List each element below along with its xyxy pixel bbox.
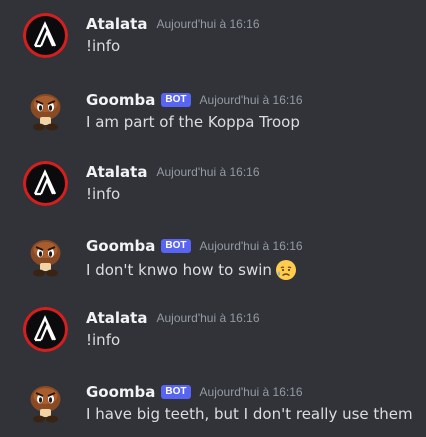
message-item: Goomba BOT Aujourd'hui à 16:16 I have bi… [0,381,426,437]
username[interactable]: Atalata [86,15,147,33]
message-header: Goomba BOT Aujourd'hui à 16:16 [86,381,303,403]
bot-tag: BOT [161,93,191,107]
message-text: I don't knwo how to swin [86,261,272,279]
username[interactable]: Goomba [86,383,155,401]
message-item: Goomba BOT Aujourd'hui à 16:16 I don't k… [0,235,426,295]
message-text: I have big teeth, but I don't really use… [86,405,413,423]
bot-avatar[interactable] [23,381,68,426]
user-avatar[interactable] [23,13,68,58]
bot-avatar[interactable] [23,89,68,134]
message-text: !info [86,185,121,203]
atalata-logo-icon [23,161,68,206]
atalata-logo-icon [23,13,68,58]
message-header: Atalata Aujourd'hui à 16:16 [86,161,260,183]
username[interactable]: Atalata [86,163,147,181]
username[interactable]: Atalata [86,309,147,327]
message-header: Goomba BOT Aujourd'hui à 16:16 [86,235,303,257]
message-text: I am part of the Koppa Troop [86,113,300,131]
message-header: Atalata Aujourd'hui à 16:16 [86,13,260,35]
message-content: I have big teeth, but I don't really use… [86,405,413,423]
message-content: !info [86,37,120,55]
message-content: I am part of the Koppa Troop [86,113,300,131]
message-header: Atalata Aujourd'hui à 16:16 [86,307,260,329]
goomba-icon [23,235,68,280]
message-timestamp[interactable]: Aujourd'hui à 16:16 [156,17,259,31]
message-header: Goomba BOT Aujourd'hui à 16:16 [86,89,303,111]
message-timestamp[interactable]: Aujourd'hui à 16:16 [156,165,259,179]
message-timestamp[interactable]: Aujourd'hui à 16:16 [156,311,259,325]
message-item: Goomba BOT Aujourd'hui à 16:16 I am part… [0,89,426,149]
user-avatar[interactable] [23,161,68,206]
bot-avatar[interactable] [23,235,68,280]
message-item: Atalata Aujourd'hui à 16:16 !info [0,161,426,221]
username[interactable]: Goomba [86,91,155,109]
goomba-icon [23,89,68,134]
message-text: !info [86,37,121,55]
bot-tag: BOT [161,385,191,399]
message-timestamp[interactable]: Aujourd'hui à 16:16 [200,93,303,107]
message-item: Atalata Aujourd'hui à 16:16 !info [0,307,426,367]
message-text: !info [86,331,121,349]
bot-tag: BOT [161,239,191,253]
message-content: !info [86,331,120,349]
message-content: I don't knwo how to swin [86,259,297,281]
username[interactable]: Goomba [86,237,155,255]
message-item: Atalata Aujourd'hui à 16:16 !info [0,13,426,73]
message-content: !info [86,185,120,203]
message-timestamp[interactable]: Aujourd'hui à 16:16 [200,239,303,253]
sad-but-relieved-face-emoji [275,259,297,281]
atalata-logo-icon [23,307,68,352]
goomba-icon [23,381,68,426]
user-avatar[interactable] [23,307,68,352]
message-timestamp[interactable]: Aujourd'hui à 16:16 [200,385,303,399]
